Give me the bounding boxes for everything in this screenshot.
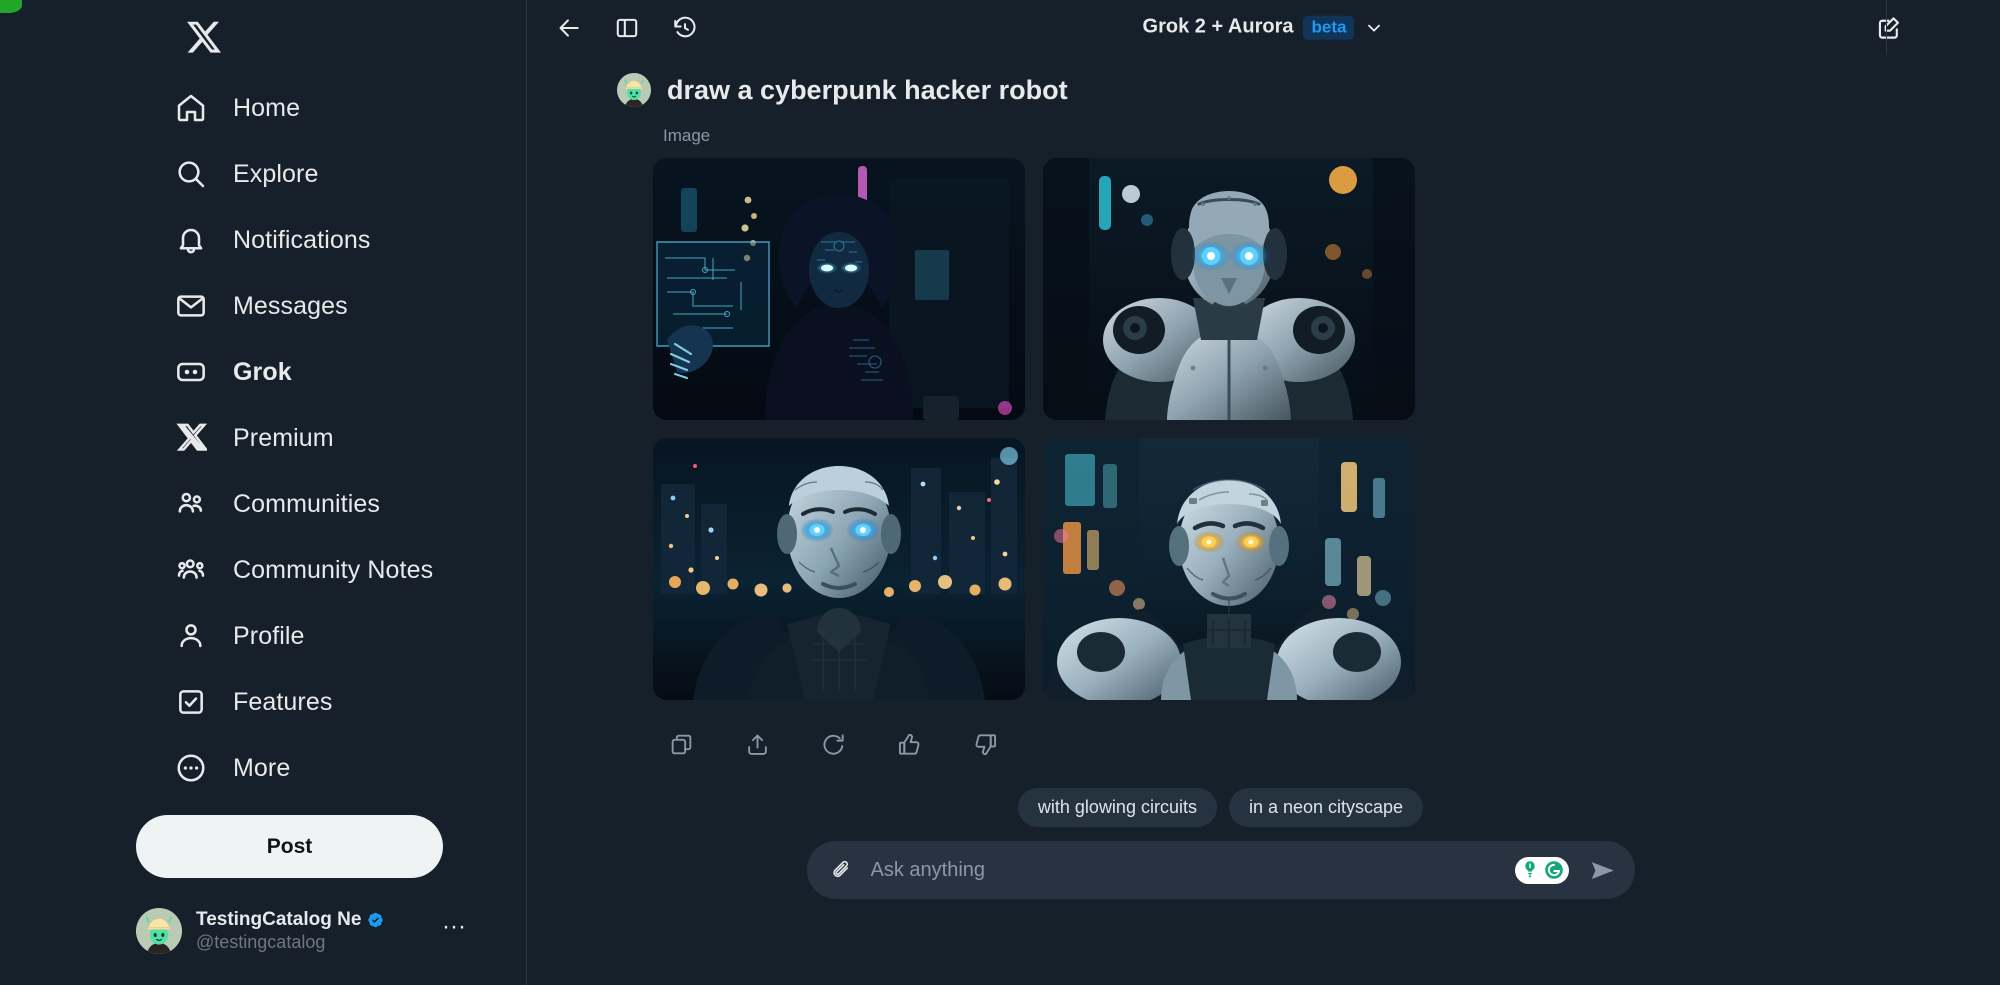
sidebar-item-community-notes[interactable]: Community Notes [170,537,470,603]
checkbox-icon [174,685,208,719]
generated-image-1[interactable] [653,158,1025,420]
suggestion-chips: with glowing circuits in a neon cityscap… [527,788,2000,827]
account-switcher[interactable]: TestingCatalog Ne @testingcatalog ··· [136,908,466,954]
search-icon [174,157,208,191]
avatar [617,73,651,107]
account-more-icon[interactable]: ··· [442,915,466,947]
envelope-icon [174,289,208,323]
sidebar-item-profile[interactable]: Profile [170,603,470,669]
suggestion-chip[interactable]: with glowing circuits [1017,788,1217,827]
sidebar-item-label: Explore [233,159,319,188]
sidebar-item-label: Grok [233,357,292,386]
more-circle-icon [174,751,208,785]
back-arrow-icon[interactable] [549,8,589,48]
person-icon [174,619,208,653]
compose-new-chat-icon[interactable] [1868,7,1910,49]
generated-image-2[interactable] [1043,158,1415,420]
sidebar-item-grok[interactable]: Grok [170,339,470,405]
chevron-down-icon [1368,24,1381,32]
response-section-label: Image [663,126,711,145]
sidebar-item-premium[interactable]: Premium [170,405,470,471]
conversation: draw a cyberpunk hacker robot Image [527,73,2000,758]
copy-icon[interactable] [667,730,695,758]
beta-badge: beta [1303,15,1355,40]
refresh-icon[interactable] [819,730,847,758]
sidebar-item-explore[interactable]: Explore [170,141,470,207]
paperclip-icon[interactable] [829,857,855,883]
generated-image-grid [653,158,1415,700]
sidebar-item-notifications[interactable]: Notifications [170,207,470,273]
sidebar-item-label: Premium [233,423,334,452]
grok-icon [174,355,208,389]
generated-image-3[interactable] [653,438,1025,700]
suggestion-chip[interactable]: in a neon cityscape [1228,788,1424,827]
generated-image-4[interactable] [1043,438,1415,700]
model-selector[interactable]: Grok 2 + Aurora beta [1143,15,1385,40]
sidebar-item-label: Messages [233,291,348,320]
sidebar-item-features[interactable]: Features [170,669,470,735]
sidebar-item-label: Features [233,687,333,716]
verified-badge-icon [368,913,384,928]
grammarly-badge-icon[interactable] [1514,856,1569,884]
header-divider [1886,0,1887,55]
search-input[interactable] [870,858,1499,882]
communities-icon [174,487,208,521]
share-upload-icon[interactable] [743,730,771,758]
sidebar-item-label: Notifications [233,225,371,254]
composer [806,841,1635,899]
thumbs-up-icon[interactable] [895,730,923,758]
x-logo-icon [174,421,208,455]
sidebar-item-label: Community Notes [233,555,434,584]
thumbs-down-icon[interactable] [971,730,999,758]
sidebar-item-communities[interactable]: Communities [170,471,470,537]
community-notes-icon [174,553,208,587]
bell-icon [174,223,208,257]
prompt-text: draw a cyberpunk hacker robot [667,74,1068,105]
x-logo-icon[interactable] [172,5,236,69]
avatar [136,908,182,954]
grok-page: Home Explore Notifications Messages Grok… [0,0,2000,985]
response-actions [667,730,2000,758]
sidebar-item-messages[interactable]: Messages [170,273,470,339]
primary-sidebar: Home Explore Notifications Messages Grok… [0,0,527,985]
notification-dot [0,0,22,13]
post-button[interactable]: Post [136,815,443,878]
sidebar-item-home[interactable]: Home [170,75,470,141]
account-display-name: TestingCatalog Ne [196,909,362,931]
sidebar-item-label: Home [233,93,301,122]
model-name: Grok 2 + Aurora [1142,15,1294,38]
account-handle: @testingcatalog [196,931,326,952]
composer-container [527,841,2000,899]
sidebar-nav: Home Explore Notifications Messages Grok… [170,75,490,801]
send-arrow-icon[interactable] [1585,852,1621,888]
home-icon [174,91,208,125]
sidebar-item-more[interactable]: More [170,735,470,801]
grok-main-panel: Grok 2 + Aurora beta draw a cyberpunk ha… [527,0,2000,985]
sidebar-item-label: Profile [233,621,305,650]
history-clock-icon[interactable] [665,8,705,48]
grok-header: Grok 2 + Aurora beta [527,0,2000,55]
sidebar-item-label: Communities [233,489,380,518]
side-panel-icon[interactable] [607,8,647,48]
user-prompt: draw a cyberpunk hacker robot [617,73,2000,107]
sidebar-item-label: More [233,753,291,782]
